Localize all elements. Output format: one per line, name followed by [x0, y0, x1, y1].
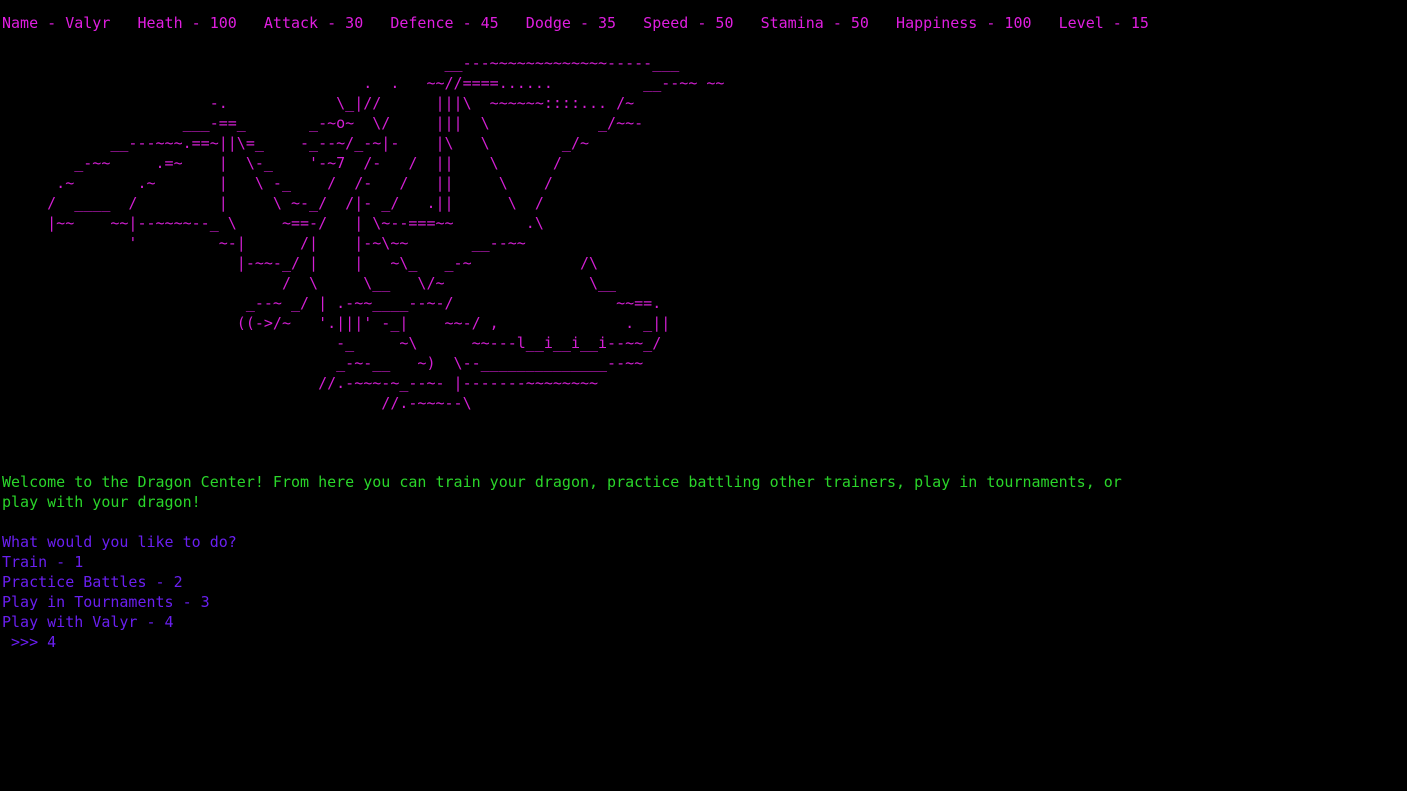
menu-option-play-with-dragon: Play with Valyr - 4	[2, 613, 174, 631]
dragon-ascii-art: __---~~~~~~~~~~~~~-----___ . . ~~//====.…	[47, 54, 725, 412]
menu-option-tournaments: Play in Tournaments - 3	[2, 593, 210, 611]
menu-option-practice-battles: Practice Battles - 2	[2, 573, 183, 591]
welcome-message-line-2: play with your dragon!	[2, 493, 201, 511]
menu-option-train: Train - 1	[2, 553, 84, 571]
terminal-window[interactable]: Name - Valyr Heath - 100 Attack - 30 Def…	[0, 0, 1407, 791]
command-prompt-input[interactable]: >>> 4	[2, 632, 56, 652]
welcome-message-line-1: Welcome to the Dragon Center! From here …	[2, 473, 1122, 491]
menu-question: What would you like to do?	[2, 533, 237, 551]
dragon-stats-line: Name - Valyr Heath - 100 Attack - 30 Def…	[2, 14, 1149, 32]
